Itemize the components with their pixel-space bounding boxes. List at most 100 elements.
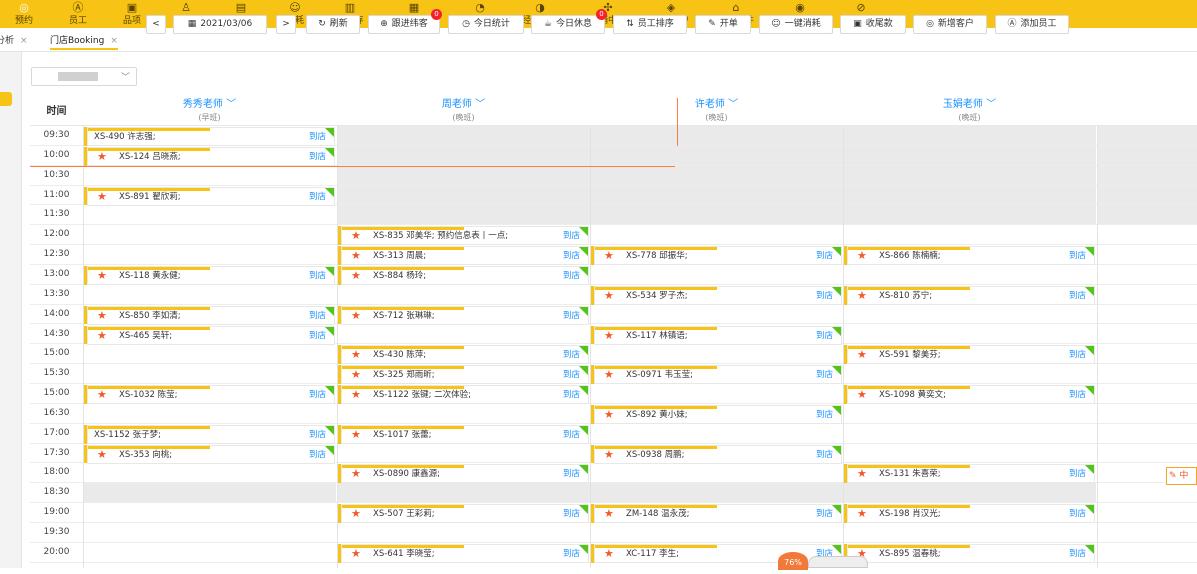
arrive-link[interactable]: 到店 (816, 506, 833, 522)
appointment-card[interactable]: ★ XS-884 杨玲; 到店 (341, 265, 589, 285)
arrive-link[interactable]: 到店 (309, 387, 326, 403)
arrive-link[interactable]: 到店 (309, 268, 326, 284)
arrive-link[interactable]: 到店 (816, 328, 833, 344)
arrive-link[interactable]: 到店 (309, 427, 326, 443)
arrive-link[interactable]: 到店 (816, 367, 833, 383)
arrive-link[interactable]: 到店 (563, 248, 580, 264)
nav-item-clock[interactable]: ◎ 预约 (0, 0, 52, 28)
arrive-link[interactable]: 到店 (563, 367, 580, 383)
appointment-card[interactable]: ★ XS-1098 黄奕文; 到店 (847, 385, 1095, 405)
rest-button[interactable]: ☕ 今日休息 0 (531, 9, 607, 34)
appointment-card[interactable]: ★ XS-117 林镇语; 到店 (594, 325, 842, 345)
next-date-button[interactable]: > (276, 15, 296, 34)
date-picker[interactable]: ▦ 2021/03/06 (173, 15, 267, 34)
appointment-card[interactable]: ★ XS-591 黎美芬; 到店 (847, 345, 1095, 365)
time-slot-row[interactable] (30, 523, 1197, 543)
arrive-link[interactable]: 到店 (1069, 506, 1086, 522)
arrive-link[interactable]: 到店 (1069, 347, 1086, 363)
side-widget[interactable]: ✎ 中 (1166, 467, 1197, 485)
order-button[interactable]: ✎ 开单 (695, 15, 751, 34)
tab-analysis[interactable]: 分析 × (0, 32, 28, 50)
appointment-card[interactable]: ★ XS-1032 陈莹; 到店 (87, 385, 335, 405)
arrive-link[interactable]: 到店 (563, 546, 580, 562)
arrive-link[interactable]: 到店 (1069, 288, 1086, 304)
arrive-link[interactable]: 到店 (563, 427, 580, 443)
appointment-card[interactable]: ★ XS-430 陈萍; 到店 (341, 345, 589, 365)
arrive-link[interactable]: 到店 (816, 407, 833, 423)
arrive-link[interactable]: 到店 (563, 228, 580, 244)
arrive-link[interactable]: 到店 (309, 328, 326, 344)
appointment-card[interactable]: ★ XS-1017 张蕾; 到店 (341, 424, 589, 444)
arrive-link[interactable]: 到店 (563, 466, 580, 482)
staff-column-header[interactable]: 周老师 ﹀ (晚班) (337, 98, 590, 126)
appointment-card[interactable]: ★ XS-810 苏宁; 到店 (847, 285, 1095, 305)
appointment-card[interactable]: ★ XS-0971 韦玉莹; 到店 (594, 365, 842, 385)
time-slot-row[interactable] (30, 205, 1197, 226)
arrive-link[interactable]: 到店 (816, 288, 833, 304)
tail-button[interactable]: ▣ 收尾款 (840, 15, 906, 34)
add-staff-button[interactable]: Ⓐ 添加员工 (995, 15, 1069, 34)
staff-column-header[interactable]: 许老师 ﹀ (晚班) (590, 98, 843, 126)
arrive-link[interactable]: 到店 (1069, 387, 1086, 403)
appointment-card[interactable]: ★ ZM-148 温永茂; 到店 (594, 504, 842, 524)
arrive-link[interactable]: 到店 (563, 506, 580, 522)
appointment-card[interactable]: ★ XS-895 温春桃; 到店 (847, 543, 1095, 563)
arrive-link[interactable]: 到店 (1069, 546, 1086, 562)
staff-column-header[interactable]: 玉娟老师 ﹀ (晚班) (843, 98, 1096, 126)
appointment-card[interactable]: ★ XS-131 朱喜荣; 到店 (847, 464, 1095, 484)
close-icon[interactable]: × (110, 36, 118, 46)
arrive-link[interactable]: 到店 (309, 129, 326, 145)
appointment-card[interactable]: ★ XS-313 周晨; 到店 (341, 246, 589, 266)
arrive-link[interactable]: 到店 (816, 447, 833, 463)
appointment-card[interactable]: ★ XS-641 李晓莹; 到店 (341, 543, 589, 563)
floating-widget[interactable] (808, 556, 868, 568)
arrive-link[interactable]: 到店 (563, 387, 580, 403)
close-icon[interactable]: × (20, 36, 28, 46)
consume-button[interactable]: ☺ 一键消耗 (759, 15, 833, 34)
time-slot-row[interactable] (30, 483, 1197, 504)
appointment-card[interactable]: ★ XS-507 王彩莉; 到店 (341, 504, 589, 524)
arrive-link[interactable]: 到店 (563, 347, 580, 363)
tab-store-booking[interactable]: 门店Booking × (50, 32, 118, 50)
store-select[interactable]: ﹀ (31, 67, 137, 86)
appointment-card[interactable]: ★ XS-124 吕晓燕; 到店 (87, 146, 335, 166)
staff-column-header[interactable]: 秀秀老师 ﹀ (早班) (83, 98, 336, 126)
arrive-link[interactable]: 到店 (563, 308, 580, 324)
time-slot-row[interactable] (30, 225, 1197, 246)
sort-button[interactable]: ⇅ 员工排序 (613, 15, 687, 34)
follow-button[interactable]: ⊕ 跟进纬客 0 (368, 9, 442, 34)
appointment-card[interactable]: ★ XS-325 郑雨昕; 到店 (341, 365, 589, 385)
arrive-link[interactable]: 到店 (1069, 466, 1086, 482)
time-slot-row[interactable] (30, 166, 1197, 186)
appointment-card[interactable]: ★ XS-891 翟欣莉; 到店 (87, 186, 335, 206)
appointment-card[interactable]: ★ XS-198 肖汉光; 到店 (847, 504, 1095, 524)
appointment-card[interactable]: ★ XS-534 罗子杰; 到店 (594, 285, 842, 305)
arrive-link[interactable]: 到店 (816, 248, 833, 264)
appointment-card[interactable]: ★ XS-0938 周鹏; 到店 (594, 444, 842, 464)
appointment-card[interactable]: ★ XS-465 吴轩; 到店 (87, 325, 335, 345)
arrive-link[interactable]: 到店 (309, 447, 326, 463)
appointment-card[interactable]: ★ XS-866 陈楠楠; 到店 (847, 246, 1095, 266)
appointment-card[interactable]: ★ XS-892 黄小妹; 到店 (594, 404, 842, 424)
arrive-link[interactable]: 到店 (309, 149, 326, 165)
arrive-link[interactable]: 到店 (563, 268, 580, 284)
refresh-button[interactable]: ↻ 刷新 (306, 15, 360, 34)
arrive-link[interactable]: 到店 (309, 308, 326, 324)
sidebar-active-marker[interactable] (0, 92, 12, 106)
arrive-link[interactable]: 到店 (309, 189, 326, 205)
progress-float-badge[interactable]: 76% (778, 552, 808, 570)
appointment-card[interactable]: ★ XS-835 邓美华; 预约信息表丨一点; 到店 (341, 226, 589, 246)
new-customer-button[interactable]: ◎ 新增客户 (913, 15, 987, 34)
prev-date-button[interactable]: < (146, 15, 166, 34)
nav-item-staff[interactable]: Ⓐ 员工 (50, 0, 106, 28)
appointment-card[interactable]: ★ XS-712 张琳琳; 到店 (341, 305, 589, 325)
appointment-card[interactable]: XS-490 许志强; 到店 (87, 127, 335, 146)
appointment-card[interactable]: ★ XS-778 邱振华; 到店 (594, 246, 842, 266)
appointment-card[interactable]: ★ XS-118 黄永健; 到店 (87, 265, 335, 285)
arrive-link[interactable]: 到店 (1069, 248, 1086, 264)
appointment-card[interactable]: ★ XS-353 向桃; 到店 (87, 444, 335, 464)
appointment-card[interactable]: XS-1152 张子梦; 到店 (87, 424, 335, 444)
appointment-card[interactable]: ★ XS-1122 张键; 二次体验; 到店 (341, 385, 589, 405)
appointment-card[interactable]: ★ XS-850 李如清; 到店 (87, 305, 335, 325)
appointment-card[interactable]: ★ XS-0890 康鑫源; 到店 (341, 464, 589, 484)
